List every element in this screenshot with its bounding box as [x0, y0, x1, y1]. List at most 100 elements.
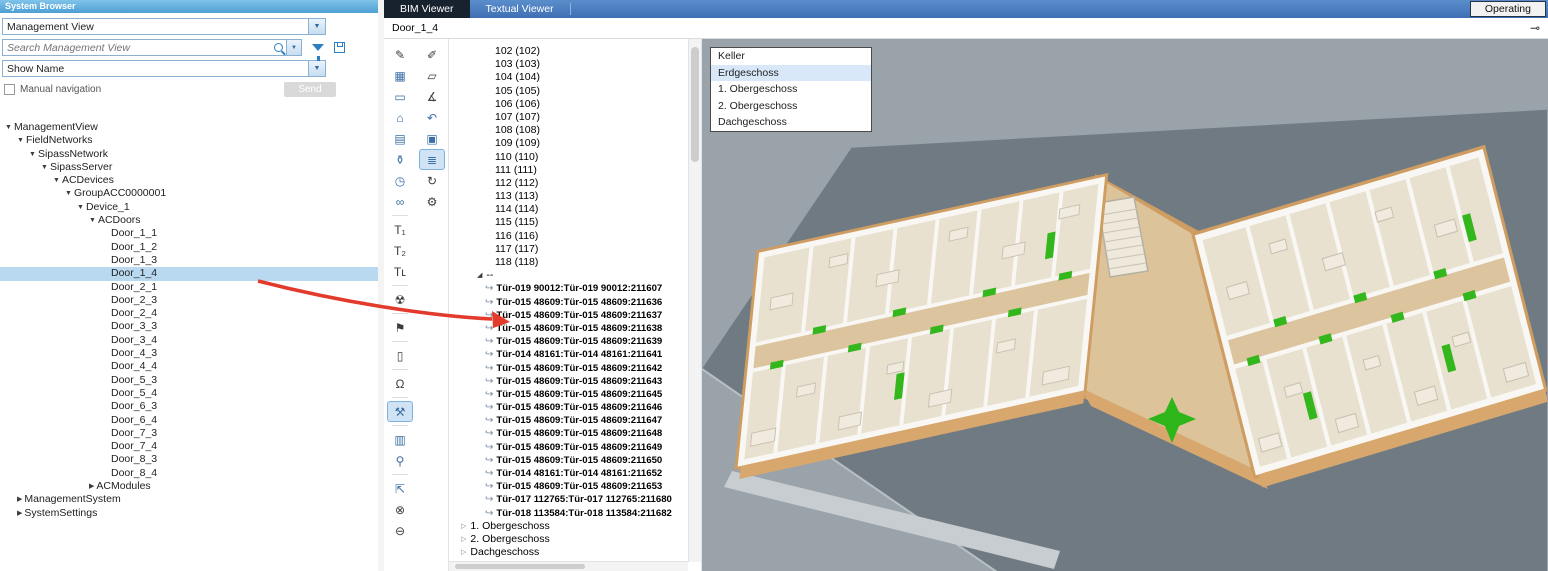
door-link-row[interactable]: ↪ Tür-019 90012:Tür-019 90012:211607 [449, 282, 688, 295]
tree-row[interactable]: Door_3_3 [0, 320, 378, 333]
tree-row[interactable]: SystemSettings [0, 507, 378, 520]
save-search-icon[interactable] [334, 42, 345, 53]
door-link-row[interactable]: ↪ Tür-017 112765:Tür-017 112765:211680 [449, 493, 688, 506]
chevron-down-icon[interactable]: ▼ [308, 19, 325, 34]
tree-expander-icon[interactable] [0, 187, 74, 200]
tree-row[interactable]: Door_7_4 [0, 440, 378, 453]
model-number-row[interactable]: 118 (118) [449, 256, 688, 269]
tree-expander-icon[interactable] [0, 148, 38, 161]
tree-expander-icon[interactable] [0, 440, 111, 453]
tree-expander-icon[interactable] [0, 214, 98, 227]
tree-expander-icon[interactable] [0, 334, 111, 347]
door-link-row[interactable]: ↪ Tür-015 48609:Tür-015 48609:211642 [449, 362, 688, 375]
search-input[interactable] [3, 42, 271, 54]
vertical-scrollbar-thumb[interactable] [691, 47, 699, 162]
tree-expander-icon[interactable] [0, 507, 24, 520]
door-link-row[interactable]: ↪ Tür-015 48609:Tür-015 48609:211645 [449, 388, 688, 401]
model-number-row[interactable]: 110 (110) [449, 151, 688, 164]
tree-row[interactable]: Door_2_1 [0, 281, 378, 294]
model-number-row[interactable]: 105 (105) [449, 85, 688, 98]
tree-expander-icon[interactable] [0, 360, 111, 373]
tree-row[interactable]: ACModules [0, 480, 378, 493]
model-number-row[interactable]: 109 (109) [449, 137, 688, 150]
door-link-row[interactable]: ↪ Tür-015 48609:Tür-015 48609:211639 [449, 335, 688, 348]
tree-expander-icon[interactable] [0, 374, 111, 387]
pen-tool-icon[interactable]: ✎ [388, 45, 412, 64]
door-link-row[interactable]: ↪ Tür-015 48609:Tür-015 48609:211637 [449, 309, 688, 322]
separator[interactable] [392, 341, 408, 342]
save-icon[interactable]: ▣ [420, 129, 444, 148]
tree-expander-icon[interactable] [0, 227, 111, 240]
tree-expander-icon[interactable] [0, 467, 111, 480]
tree-expander-icon[interactable] [0, 347, 111, 360]
tree-row[interactable]: GroupACC0000001 [0, 187, 378, 200]
pin-toggle-icon[interactable]: ⊸ [1530, 21, 1540, 35]
tree-expander-icon[interactable] [0, 493, 24, 506]
door-link-row[interactable]: ↪ Tür-015 48609:Tür-015 48609:211653 [449, 480, 688, 493]
floor-popup-item[interactable]: Dachgeschoss [711, 114, 871, 131]
door-link-row[interactable]: ↪ Tür-015 48609:Tür-015 48609:211643 [449, 375, 688, 388]
tree-expander-icon[interactable] [0, 480, 96, 493]
separator[interactable] [392, 313, 408, 314]
tree-expander-icon[interactable] [0, 241, 111, 254]
tree-row[interactable]: Door_1_3 [0, 254, 378, 267]
tree-row[interactable]: Door_8_4 [0, 467, 378, 480]
separator[interactable] [392, 369, 408, 370]
pointer-tool-icon[interactable]: ✐ [420, 45, 444, 64]
export-icon[interactable]: ⇱ [388, 479, 412, 498]
tree-expander-icon[interactable] [0, 267, 111, 280]
tree-row[interactable]: Device_1 [0, 201, 378, 214]
card-reader-icon[interactable]: ▯ [388, 346, 412, 365]
floor-node-row[interactable]: 1. Obergeschoss [449, 520, 688, 533]
tree-expander-icon[interactable] [0, 174, 62, 187]
gear-icon[interactable]: ⚙ [420, 192, 444, 211]
model-number-row[interactable]: 116 (116) [449, 230, 688, 243]
flag-icon[interactable]: ⚑ [388, 318, 412, 337]
tree-row[interactable]: Door_1_1 [0, 227, 378, 240]
tree-toggle-icon[interactable]: ≣ [420, 150, 444, 169]
send-button[interactable]: Send [284, 82, 336, 97]
door-link-row[interactable]: ↪ Tür-015 48609:Tür-015 48609:211646 [449, 401, 688, 414]
model-number-row[interactable]: 108 (108) [449, 124, 688, 137]
model-number-row[interactable]: 111 (111) [449, 164, 688, 177]
tree-row[interactable]: Door_1_4 [0, 267, 378, 280]
door-link-row[interactable]: ↪ Tür-018 113584:Tür-018 113584:211682 [449, 507, 688, 520]
bell-icon[interactable]: Ω [388, 374, 412, 393]
horizontal-scrollbar-thumb[interactable] [455, 564, 585, 569]
tree-row[interactable]: Door_8_3 [0, 453, 378, 466]
model-number-row[interactable]: 114 (114) [449, 203, 688, 216]
filter-l-icon[interactable]: Tʟ [388, 262, 412, 281]
eraser-tool-icon[interactable]: ▱ [420, 66, 444, 85]
door-link-row[interactable]: ↪ Tür-015 48609:Tür-015 48609:211638 [449, 322, 688, 335]
model-number-row[interactable]: 112 (112) [449, 177, 688, 190]
tree-row[interactable]: Door_5_4 [0, 387, 378, 400]
view-selector-dropdown[interactable]: Management View ▼ [2, 18, 326, 35]
tree-expander-icon[interactable] [0, 161, 50, 174]
tree-row[interactable]: Door_2_4 [0, 307, 378, 320]
model-number-row[interactable]: 102 (102) [449, 45, 688, 58]
tree-expander-icon[interactable] [0, 307, 111, 320]
floor-node-row[interactable]: 2. Obergeschoss [449, 533, 688, 546]
model-number-row[interactable]: 104 (104) [449, 71, 688, 84]
model-number-row[interactable]: 117 (117) [449, 243, 688, 256]
document-icon[interactable]: ▥ [388, 430, 412, 449]
location-pin-icon[interactable]: ⚲ [388, 451, 412, 470]
link-icon[interactable]: ∞ [388, 192, 412, 211]
filter-funnel-icon[interactable] [312, 44, 324, 51]
filter-2-icon[interactable]: T₂ [388, 241, 412, 260]
angle-measure-icon[interactable]: ∡ [420, 87, 444, 106]
refresh-icon[interactable]: ↻ [420, 171, 444, 190]
cancel-icon[interactable]: ⊗ [388, 500, 412, 519]
door-link-row[interactable]: ↪ Tür-015 48609:Tür-015 48609:211649 [449, 441, 688, 454]
floor-node-row[interactable]: Dachgeschoss [449, 546, 688, 559]
door-link-row[interactable]: ↪ Tür-015 48609:Tür-015 48609:211636 [449, 296, 688, 309]
tree-expander-icon[interactable] [0, 294, 111, 307]
model-number-row[interactable]: 106 (106) [449, 98, 688, 111]
model-number-row[interactable]: 103 (103) [449, 58, 688, 71]
chevron-down-icon[interactable]: ▼ [308, 61, 325, 76]
door-group-row[interactable]: -- [449, 269, 688, 282]
search-options-chevron-icon[interactable]: ▼ [286, 40, 301, 55]
door-link-row[interactable]: ↪ Tür-015 48609:Tür-015 48609:211650 [449, 454, 688, 467]
wrench-icon[interactable]: ⚒ [388, 402, 412, 421]
door-link-row[interactable]: ↪ Tür-015 48609:Tür-015 48609:211647 [449, 414, 688, 427]
